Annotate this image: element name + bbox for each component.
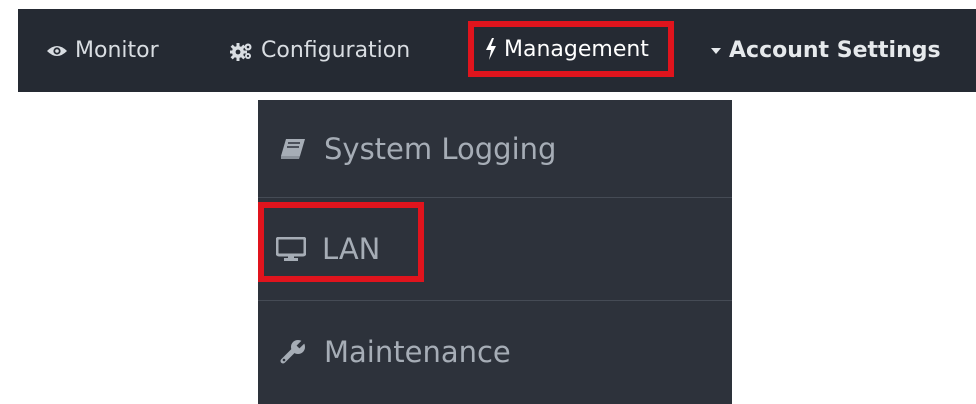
monitor-icon [276,236,306,261]
book-icon [278,138,308,160]
nav-account-settings-label: Account Settings [729,38,941,63]
nav-monitor-label: Monitor [75,38,159,63]
nav-monitor[interactable]: Monitor [46,9,159,92]
menu-item-maintenance-label: Maintenance [324,335,511,369]
menu-item-lan-label: LAN [322,231,381,266]
nav-account-settings[interactable]: Account Settings [710,9,941,92]
caret-down-icon [710,47,722,55]
nav-management[interactable]: Management [468,21,674,77]
nav-configuration-label: Configuration [261,38,411,63]
menu-item-system-logging-label: System Logging [324,131,557,166]
bolt-icon [485,38,497,60]
menu-item-system-logging[interactable]: System Logging [258,100,732,197]
top-navbar: Monitor Configuration Management Account… [18,9,976,92]
menu-item-lan[interactable]: LAN [258,197,732,300]
eye-icon [46,44,68,58]
wrench-icon [278,339,308,365]
menu-item-maintenance[interactable]: Maintenance [258,300,732,404]
nav-configuration[interactable]: Configuration [230,9,410,92]
gears-icon [230,41,254,61]
management-dropdown-menu: System Logging LAN Maintenance [258,100,732,404]
nav-management-label: Management [504,36,649,62]
